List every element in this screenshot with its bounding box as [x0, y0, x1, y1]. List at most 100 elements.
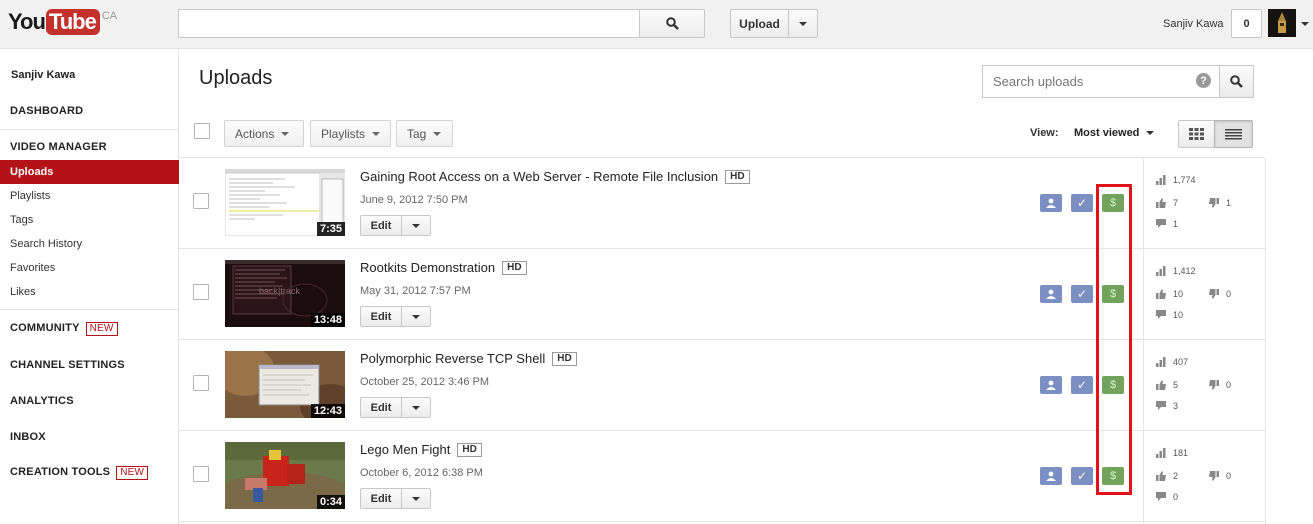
search-icon [665, 17, 679, 30]
playlists-button[interactable]: Playlists [310, 120, 391, 147]
dislike-count-value: 0 [1226, 289, 1232, 299]
video-duration: 7:35 [316, 222, 345, 236]
video-title[interactable]: Lego Men Fight HD [360, 442, 482, 457]
checkmark-icon[interactable]: ✓ [1071, 376, 1093, 394]
divider [0, 129, 179, 130]
sidebar-item-playlists[interactable]: Playlists [0, 184, 179, 208]
video-title-text: Gaining Root Access on a Web Server - Re… [360, 169, 719, 184]
video-title[interactable]: Polymorphic Reverse TCP Shell HD [360, 351, 577, 366]
hd-badge: HD [725, 169, 750, 184]
sidebar-item-uploads[interactable]: Uploads [0, 160, 179, 184]
actions-button[interactable]: Actions [224, 120, 304, 147]
sidebar-item-tags[interactable]: Tags [0, 208, 179, 232]
like-count: 10 [1156, 289, 1183, 299]
view-count: 1,412 [1156, 266, 1196, 276]
checkmark-icon[interactable]: ✓ [1071, 467, 1093, 485]
sidebar-inbox[interactable]: INBOX [10, 431, 46, 443]
dislike-count-value: 0 [1226, 471, 1232, 481]
view-count-value: 1,774 [1173, 175, 1196, 185]
person-privacy-icon[interactable] [1040, 285, 1062, 303]
divider [1265, 158, 1266, 524]
edit-button[interactable]: Edit [360, 397, 402, 418]
sidebar-channel-settings[interactable]: CHANNEL SETTINGS [10, 359, 125, 371]
video-thumbnail[interactable]: 7:35 [225, 169, 345, 236]
view-count: 181 [1156, 448, 1188, 458]
edit-menu-button[interactable] [401, 397, 431, 418]
sidebar-video-manager[interactable]: VIDEO MANAGER [10, 141, 107, 153]
chevron-down-icon [799, 21, 807, 26]
sidebar-creation-tools-label: CREATION TOOLS [10, 466, 111, 478]
comment-count-value: 3 [1173, 401, 1179, 411]
checkmark-icon[interactable]: ✓ [1071, 194, 1093, 212]
help-icon[interactable]: ? [1196, 73, 1211, 88]
account-menu-caret-icon[interactable] [1301, 22, 1309, 26]
header-user-name[interactable]: Sanjiv Kawa [1163, 18, 1224, 30]
comment-count-value: 10 [1173, 310, 1184, 320]
tag-button[interactable]: Tag [396, 120, 453, 147]
dislike-count: 1 [1209, 198, 1231, 208]
logo-region: CA [101, 10, 118, 22]
video-checkbox[interactable] [193, 193, 209, 209]
avatar[interactable] [1268, 9, 1296, 37]
video-checkbox[interactable] [193, 284, 209, 300]
like-count-value: 7 [1173, 198, 1179, 208]
bar-chart-icon [1156, 266, 1166, 276]
bar-chart-icon [1156, 175, 1166, 185]
sidebar-item-favorites[interactable]: Favorites [0, 256, 179, 280]
edit-menu-button[interactable] [401, 215, 431, 236]
video-date: June 9, 2012 7:50 PM [360, 194, 468, 206]
upload-menu-button[interactable] [788, 9, 818, 38]
edit-button[interactable]: Edit [360, 215, 402, 236]
person-privacy-icon[interactable] [1040, 376, 1062, 394]
video-title[interactable]: Rootkits Demonstration HD [360, 260, 527, 275]
list-view-button[interactable] [1214, 120, 1253, 148]
like-count-value: 5 [1173, 380, 1179, 390]
youtube-logo[interactable]: You Tube CA [8, 9, 117, 35]
playlists-label: Playlists [321, 126, 366, 141]
sidebar-creation-tools[interactable]: CREATION TOOLS NEW [10, 466, 149, 480]
sidebar-item-likes[interactable]: Likes [0, 280, 179, 304]
video-thumbnail[interactable]: 0:34 [225, 442, 345, 509]
chevron-down-icon [281, 131, 290, 136]
video-thumbnail[interactable]: back|track 13:48 [225, 260, 345, 327]
comment-count: 0 [1156, 492, 1178, 502]
view-sort-dropdown[interactable]: Most viewed [1074, 127, 1155, 139]
video-checkbox[interactable] [193, 375, 209, 391]
video-title[interactable]: Gaining Root Access on a Web Server - Re… [360, 169, 750, 184]
person-privacy-icon[interactable] [1040, 467, 1062, 485]
grid-view-button[interactable] [1178, 120, 1215, 148]
person-privacy-icon[interactable] [1040, 194, 1062, 212]
view-label: View: [1030, 127, 1059, 139]
edit-button[interactable]: Edit [360, 306, 402, 327]
sidebar-community[interactable]: COMMUNITY NEW [10, 322, 118, 336]
view-count: 407 [1156, 357, 1188, 367]
sidebar-item-search-history[interactable]: Search History [0, 232, 179, 256]
video-thumbnail[interactable]: 12:43 [225, 351, 345, 418]
chevron-down-icon [372, 131, 381, 136]
search-button[interactable] [639, 9, 705, 38]
notification-count[interactable]: 0 [1231, 9, 1262, 38]
sidebar-dashboard[interactable]: DASHBOARD [10, 105, 83, 117]
sidebar-analytics[interactable]: ANALYTICS [10, 395, 74, 407]
thumbs-up-icon [1156, 198, 1166, 208]
like-count-value: 10 [1173, 289, 1184, 299]
sidebar-user-name[interactable]: Sanjiv Kawa [11, 69, 75, 81]
new-badge: NEW [85, 322, 118, 336]
logo-tube: Tube [45, 9, 100, 35]
new-badge: NEW [116, 466, 149, 480]
select-all-checkbox[interactable] [194, 123, 210, 139]
edit-button[interactable]: Edit [360, 488, 402, 509]
grid-icon [1189, 128, 1204, 140]
upload-button[interactable]: Upload [730, 9, 789, 38]
sidebar: Sanjiv Kawa DASHBOARD VIDEO MANAGER Uplo… [0, 49, 179, 524]
search-uploads-input[interactable] [982, 65, 1220, 98]
search-input[interactable] [178, 9, 640, 38]
video-duration: 0:34 [316, 495, 345, 509]
edit-menu-button[interactable] [401, 488, 431, 509]
comment-icon [1156, 492, 1166, 501]
edit-menu-button[interactable] [401, 306, 431, 327]
checkmark-icon[interactable]: ✓ [1071, 285, 1093, 303]
video-checkbox[interactable] [193, 466, 209, 482]
comment-icon [1156, 401, 1166, 410]
search-uploads-button[interactable] [1219, 65, 1254, 98]
